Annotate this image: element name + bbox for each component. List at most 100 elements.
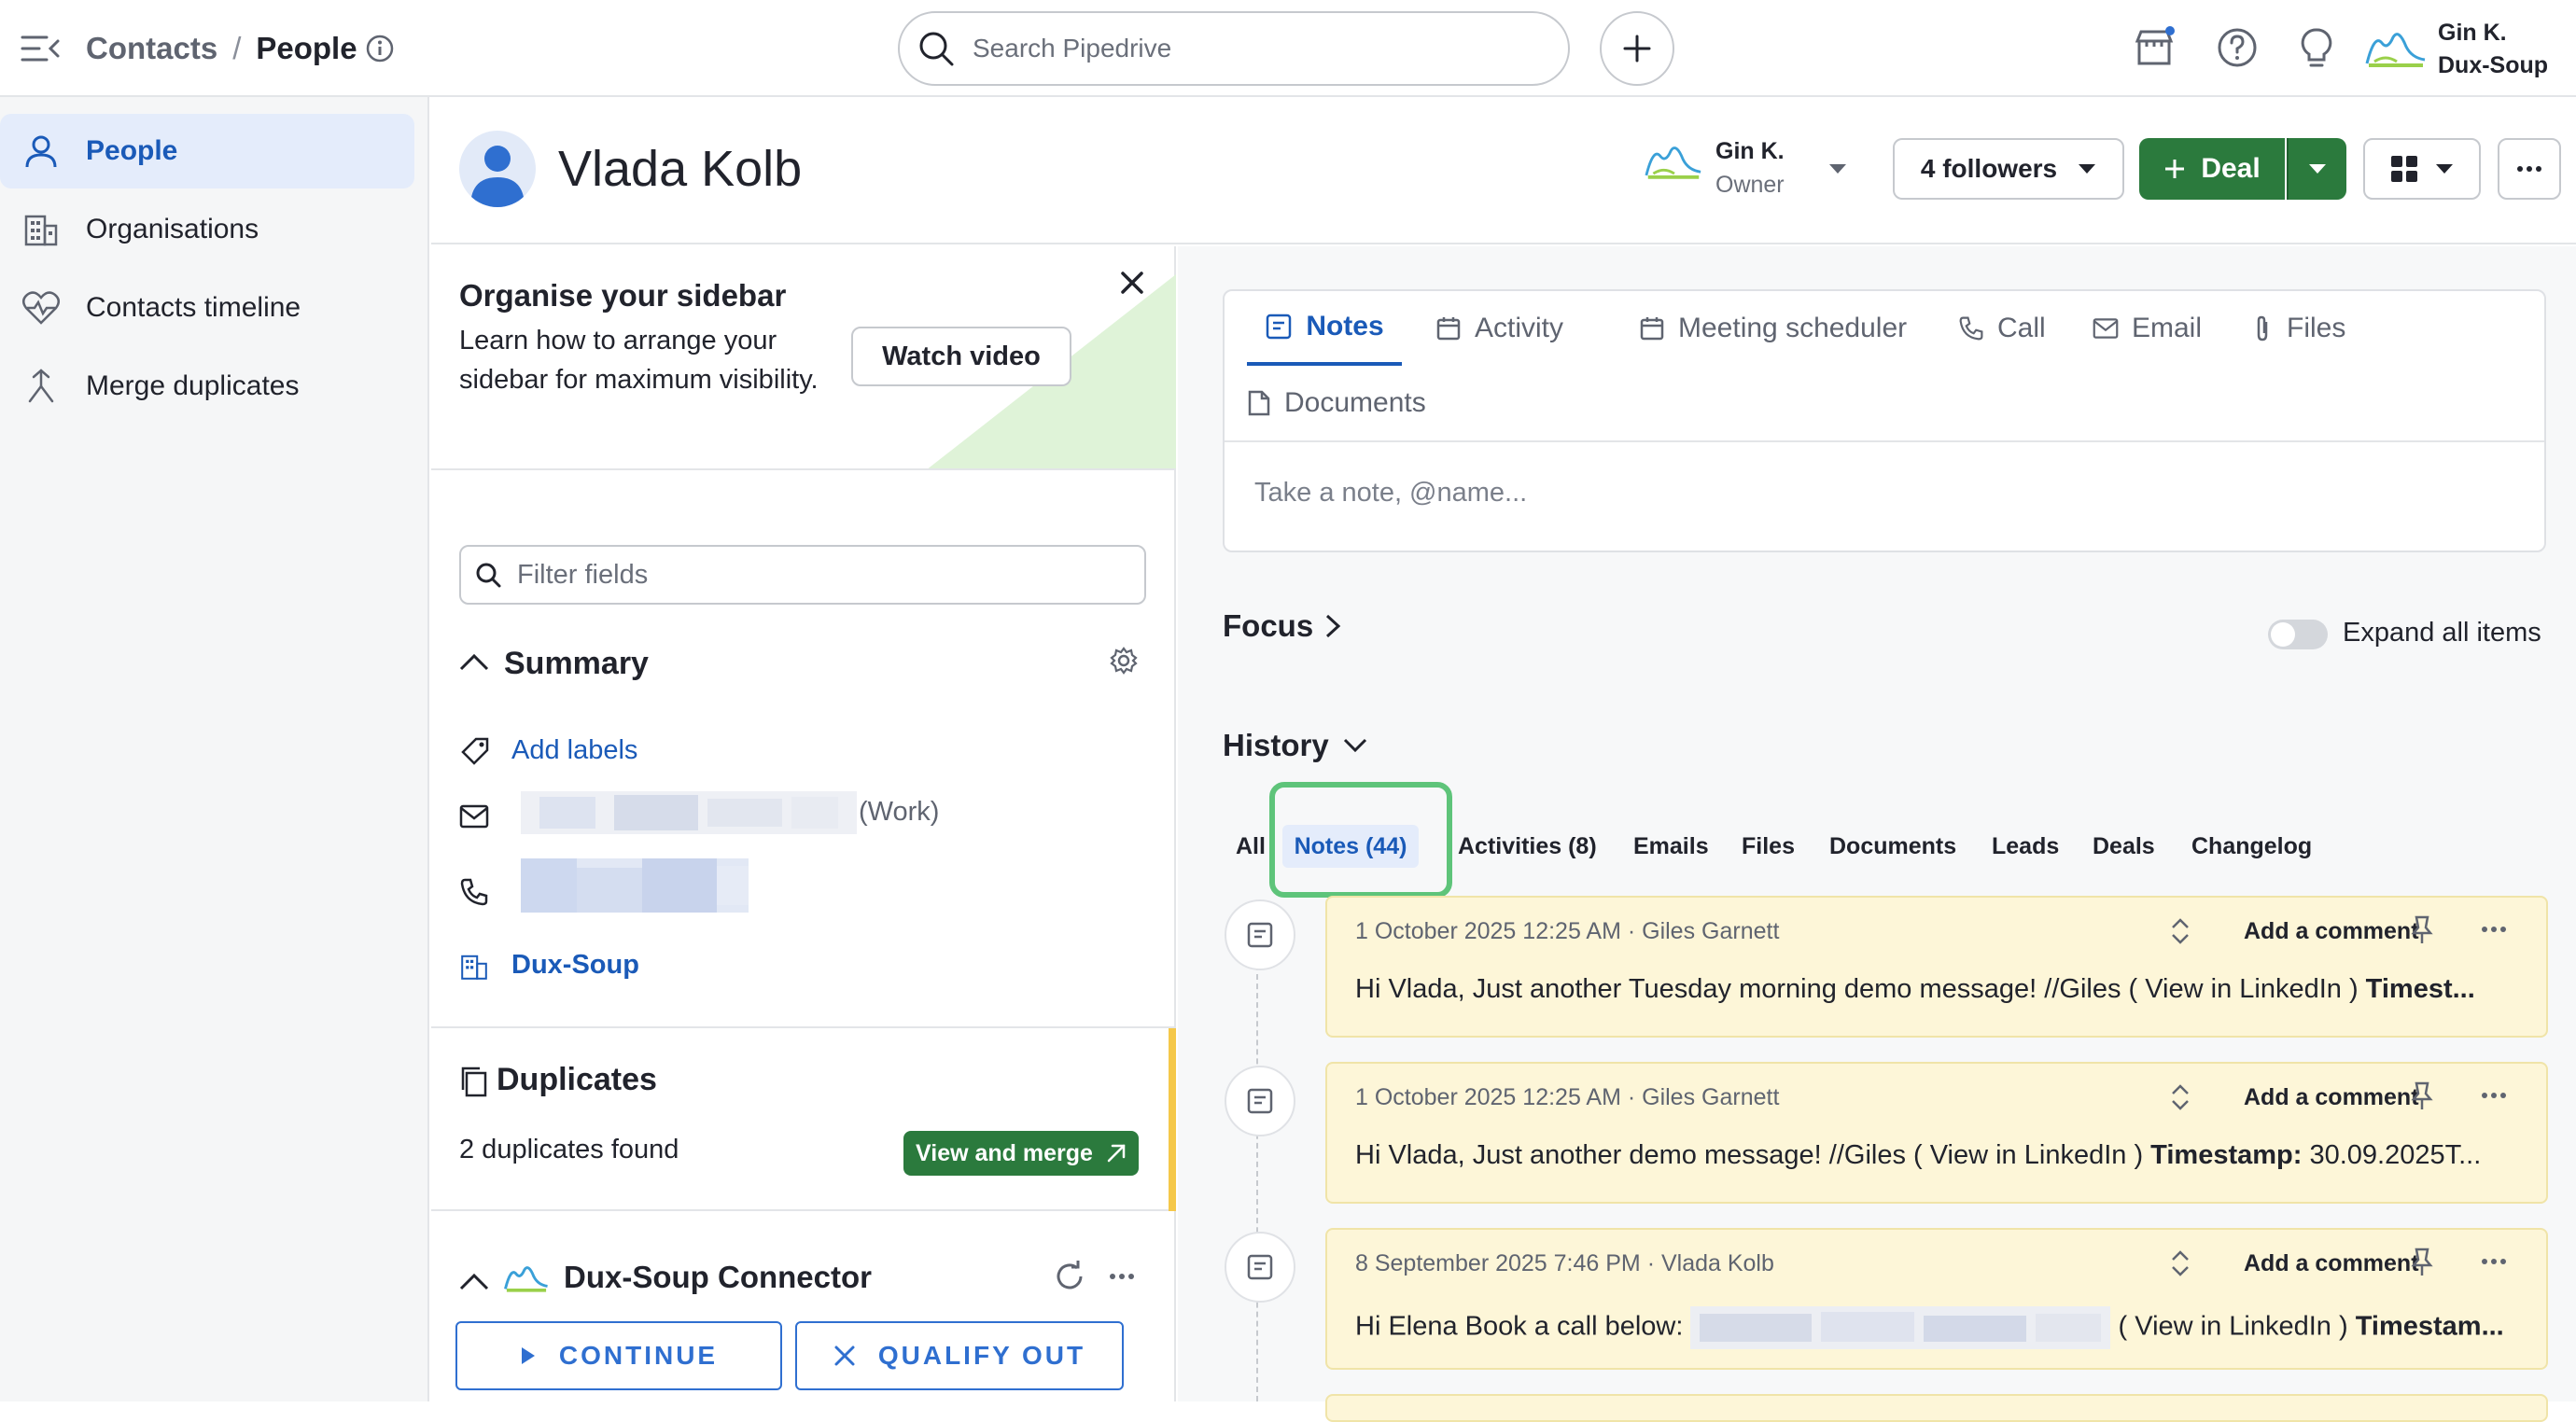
chevron-right-icon bbox=[1324, 613, 1341, 639]
view-and-merge-button[interactable]: View and merge bbox=[903, 1131, 1139, 1176]
history-tab-changelog[interactable]: Changelog bbox=[2191, 825, 2312, 868]
focus-toggle[interactable]: Focus bbox=[1223, 608, 1341, 644]
lightbulb-icon[interactable] bbox=[2298, 26, 2335, 71]
pin-icon[interactable] bbox=[2410, 914, 2434, 946]
note-tail: 30.09.2025T... bbox=[2302, 1140, 2482, 1170]
mail-icon bbox=[459, 804, 489, 829]
history-tab-files[interactable]: Files bbox=[1742, 825, 1795, 868]
qualify-out-button[interactable]: QUALIFY OUT bbox=[795, 1321, 1124, 1390]
person-name[interactable]: Vlada Kolb bbox=[558, 140, 802, 198]
note-type-icon bbox=[1225, 899, 1295, 970]
nav-item-people[interactable]: People bbox=[0, 114, 414, 188]
deal-dropdown-button[interactable] bbox=[2287, 138, 2346, 200]
breadcrumb-separator: / bbox=[232, 31, 242, 65]
note-item[interactable] bbox=[1325, 1394, 2548, 1422]
pin-icon[interactable] bbox=[2410, 1247, 2434, 1278]
duplicates-title: Duplicates bbox=[497, 1062, 657, 1097]
building-icon bbox=[459, 952, 489, 982]
chevron-up-icon[interactable] bbox=[459, 1273, 489, 1291]
note-item[interactable]: 1 October 2025 12:25 AM · Giles Garnett … bbox=[1325, 1062, 2548, 1204]
followers-button[interactable]: 4 followers bbox=[1893, 138, 2124, 200]
add-comment-button[interactable]: Add a comment bbox=[2244, 1084, 2419, 1111]
user-company: Dux-Soup bbox=[2438, 52, 2549, 78]
breadcrumb-contacts[interactable]: Contacts bbox=[86, 31, 217, 66]
nav-item-organisations[interactable]: Organisations bbox=[0, 192, 414, 267]
tab-email[interactable]: Email bbox=[2093, 291, 2202, 366]
top-bar: Contacts / People Search Pipedrive Gin K… bbox=[0, 0, 2576, 97]
user-name: Gin K. bbox=[2438, 20, 2507, 46]
close-icon[interactable] bbox=[1118, 269, 1146, 297]
note-body-2: ( View in LinkedIn ) bbox=[2110, 1311, 2356, 1342]
nav-item-contacts-timeline[interactable]: Contacts timeline bbox=[0, 271, 414, 345]
more-actions-button[interactable] bbox=[2498, 138, 2561, 200]
note-text: Hi Elena Book a call below: ( View in Li… bbox=[1355, 1306, 2531, 1349]
note-type-icon bbox=[1225, 1066, 1295, 1136]
tab-notes[interactable]: Notes bbox=[1247, 291, 1402, 366]
history-tab-emails[interactable]: Emails bbox=[1633, 825, 1709, 868]
note-item[interactable]: 8 September 2025 7:46 PM · Vlada Kolb Ad… bbox=[1325, 1228, 2548, 1370]
history-tab-documents[interactable]: Documents bbox=[1829, 825, 1956, 868]
refresh-icon[interactable] bbox=[1053, 1260, 1086, 1293]
summary-title: Summary bbox=[504, 646, 649, 681]
marketplace-icon[interactable] bbox=[2132, 26, 2177, 71]
note-bold: Timest... bbox=[2365, 974, 2475, 1004]
external-arrow-icon bbox=[1106, 1143, 1127, 1164]
breadcrumb-people: People bbox=[256, 31, 357, 65]
layout-view-button[interactable] bbox=[2363, 138, 2481, 200]
heart-pulse-icon bbox=[21, 287, 62, 328]
owner-name[interactable]: Gin K. bbox=[1715, 138, 1785, 165]
tab-activity[interactable]: Activity bbox=[1435, 291, 1563, 366]
add-deal-button[interactable]: Deal bbox=[2139, 138, 2285, 200]
continue-button[interactable]: CONTINUE bbox=[455, 1321, 782, 1390]
chevron-up-icon[interactable] bbox=[459, 653, 489, 672]
ellipsis-icon[interactable] bbox=[1109, 1273, 1135, 1280]
help-icon[interactable] bbox=[2216, 26, 2259, 69]
expand-collapse-icon[interactable] bbox=[2169, 916, 2191, 946]
user-menu[interactable]: Gin K. Dux-Soup bbox=[2438, 17, 2548, 82]
ellipsis-icon[interactable] bbox=[2481, 926, 2507, 933]
dux-soup-logo-icon[interactable] bbox=[2365, 26, 2427, 69]
search-input[interactable]: Search Pipedrive bbox=[898, 11, 1570, 86]
add-labels-link[interactable]: Add labels bbox=[511, 735, 637, 766]
phone-value-redacted[interactable] bbox=[521, 858, 749, 913]
tab-documents[interactable]: Documents bbox=[1247, 366, 1426, 440]
add-comment-button[interactable]: Add a comment bbox=[2244, 918, 2419, 945]
left-nav: People Organisations Contacts timeline M… bbox=[0, 97, 429, 1401]
connector-title: Dux-Soup Connector bbox=[564, 1260, 872, 1294]
info-icon[interactable] bbox=[365, 34, 395, 63]
avatar bbox=[459, 131, 536, 207]
tip-body: Learn how to arrange your sidebar for ma… bbox=[459, 326, 819, 395]
organisation-link[interactable]: Dux-Soup bbox=[511, 950, 639, 981]
pin-icon[interactable] bbox=[2410, 1080, 2434, 1112]
nav-item-merge-duplicates[interactable]: Merge duplicates bbox=[0, 349, 414, 424]
ellipsis-icon[interactable] bbox=[2481, 1092, 2507, 1099]
owner-dropdown-icon[interactable] bbox=[1827, 162, 1848, 175]
expand-collapse-icon[interactable] bbox=[2169, 1248, 2191, 1278]
tab-meeting-scheduler[interactable]: Meeting scheduler bbox=[1639, 291, 1907, 366]
tab-call[interactable]: Call bbox=[1958, 291, 2046, 366]
owner-avatar-icon bbox=[1645, 140, 1702, 181]
nav-label-people: People bbox=[86, 135, 178, 166]
history-toggle[interactable]: History bbox=[1223, 728, 1368, 763]
quick-add-button[interactable] bbox=[1600, 11, 1674, 86]
duplicates-count: 2 duplicates found bbox=[459, 1135, 679, 1164]
note-input[interactable]: Take a note, @name... bbox=[1254, 478, 1527, 509]
tab-files[interactable]: Files bbox=[2251, 291, 2345, 366]
filter-fields-input[interactable]: Filter fields bbox=[459, 545, 1146, 605]
menu-collapse-icon[interactable] bbox=[19, 28, 63, 69]
history-tab-all[interactable]: All bbox=[1236, 825, 1266, 868]
expand-all-toggle[interactable] bbox=[2268, 620, 2328, 649]
gear-icon[interactable] bbox=[1109, 646, 1139, 676]
watch-video-button[interactable]: Watch video bbox=[851, 327, 1071, 386]
add-comment-button[interactable]: Add a comment bbox=[2244, 1250, 2419, 1277]
history-tab-deals[interactable]: Deals bbox=[2093, 825, 2155, 868]
filter-placeholder: Filter fields bbox=[517, 559, 649, 590]
note-item[interactable]: 1 October 2025 12:25 AM · Giles Garnett … bbox=[1325, 896, 2548, 1038]
mail-icon bbox=[2093, 317, 2119, 340]
expand-collapse-icon[interactable] bbox=[2169, 1082, 2191, 1112]
history-tab-leads[interactable]: Leads bbox=[1992, 825, 2059, 868]
history-tab-activities[interactable]: Activities (8) bbox=[1458, 825, 1597, 868]
email-value-redacted[interactable] bbox=[521, 791, 857, 834]
ellipsis-icon[interactable] bbox=[2481, 1258, 2507, 1265]
grid-icon bbox=[2390, 155, 2418, 183]
